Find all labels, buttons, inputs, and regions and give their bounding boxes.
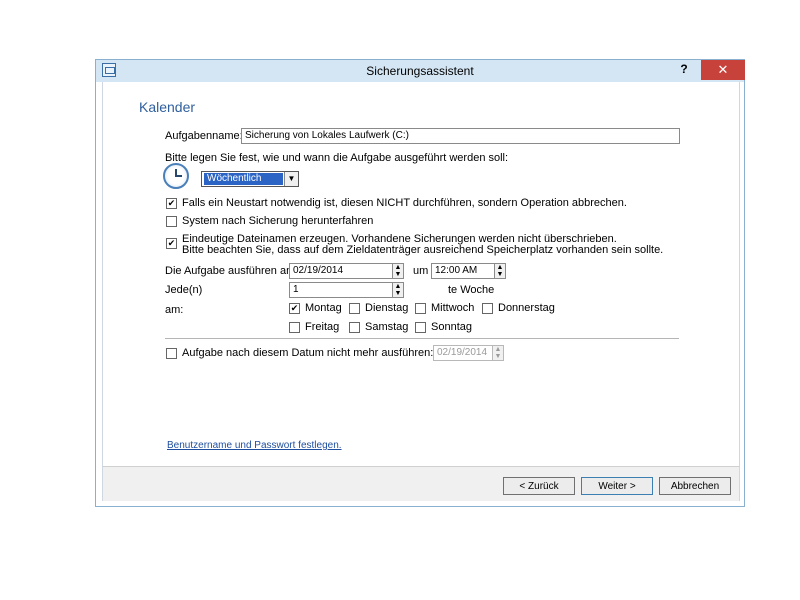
back-button[interactable]: < Zurück [503, 477, 575, 495]
shutdown-checkbox[interactable] [166, 216, 177, 227]
no-restart-label: Falls ein Neustart notwendig ist, diesen… [182, 197, 627, 209]
day-label-freitag: Freitag [305, 321, 340, 333]
run-time-value: 12:00 AM [435, 265, 478, 276]
end-date-checkbox[interactable] [166, 348, 177, 359]
run-date-label: Die Aufgabe ausführen am: [165, 265, 299, 277]
day-label-montag: Montag [305, 302, 342, 314]
page-title: Kalender [139, 99, 196, 115]
window-title: Sicherungsassistent [366, 64, 474, 78]
chevron-down-icon[interactable]: ▼ [284, 172, 298, 186]
every-label: Jede(n) [165, 284, 203, 296]
next-button[interactable]: Weiter > [581, 477, 653, 495]
run-date-spinner[interactable]: ▲ ▼ [392, 264, 403, 278]
every-weeks-input[interactable]: 1 ▲ ▼ [289, 282, 404, 298]
schedule-prompt: Bitte legen Sie fest, wie und wann die A… [165, 152, 509, 164]
day-checkbox-mittwoch[interactable] [415, 303, 426, 314]
frequency-select[interactable]: Wöchentlich ▼ [201, 171, 299, 187]
credentials-link[interactable]: Benutzername und Passwort festlegen. [167, 440, 342, 451]
clock-icon [163, 163, 189, 189]
day-label-donnerstag: Donnerstag [498, 302, 555, 314]
day-checkbox-dienstag[interactable] [349, 303, 360, 314]
day-label-mittwoch: Mittwoch [431, 302, 475, 314]
every-suffix-label: te Woche [448, 284, 495, 296]
end-date-value: 02/19/2014 [437, 347, 488, 358]
day-checkbox-freitag[interactable] [289, 322, 300, 333]
every-weeks-value: 1 [293, 284, 299, 295]
wizard-footer: < Zurück Weiter > Abbrechen [102, 466, 740, 501]
task-name-input[interactable]: Sicherung von Lokales Laufwerk (C:) [241, 128, 680, 144]
shutdown-label: System nach Sicherung herunterfahren [182, 215, 374, 227]
run-time-spinner[interactable]: ▲ ▼ [494, 264, 505, 278]
day-label-sonntag: Sonntag [431, 321, 472, 333]
day-label-samstag: Samstag [365, 321, 409, 333]
day-label-dienstag: Dienstag [365, 302, 409, 314]
end-date-spinner[interactable]: ▲ ▼ [492, 346, 503, 360]
end-date-picker[interactable]: 02/19/2014 ▲ ▼ [433, 345, 504, 361]
day-checkbox-donnerstag[interactable] [482, 303, 493, 314]
unique-filenames-checkbox[interactable]: ✔ [166, 238, 177, 249]
separator [165, 338, 679, 339]
run-date-value: 02/19/2014 [293, 265, 344, 276]
day-checkbox-montag[interactable]: ✔ [289, 303, 300, 314]
frequency-selected-value: Wöchentlich [204, 173, 283, 185]
title-bar: Sicherungsassistent ? ✕ [96, 60, 745, 82]
run-time-picker[interactable]: 12:00 AM ▲ ▼ [431, 263, 506, 279]
unique-filenames-hint: Bitte beachten Sie, dass auf dem Zieldat… [182, 244, 664, 256]
close-button[interactable]: ✕ [701, 60, 745, 80]
wizard-window: Sicherungsassistent ? ✕ Kalender Aufgabe… [95, 59, 745, 507]
days-label: am: [165, 304, 184, 316]
every-weeks-spinner[interactable]: ▲ ▼ [392, 283, 403, 297]
run-date-picker[interactable]: 02/19/2014 ▲ ▼ [289, 263, 404, 279]
no-restart-checkbox[interactable]: ✔ [166, 198, 177, 209]
help-button[interactable]: ? [676, 62, 692, 78]
run-time-at-label: um [413, 265, 429, 277]
task-name-label: Aufgabenname: [165, 130, 243, 142]
cancel-button[interactable]: Abbrechen [659, 477, 731, 495]
wizard-content: Kalender Aufgabenname: Sicherung von Lok… [102, 82, 740, 466]
day-checkbox-sonntag[interactable] [415, 322, 426, 333]
day-checkbox-samstag[interactable] [349, 322, 360, 333]
end-date-label: Aufgabe nach diesem Datum nicht mehr aus… [182, 347, 434, 359]
